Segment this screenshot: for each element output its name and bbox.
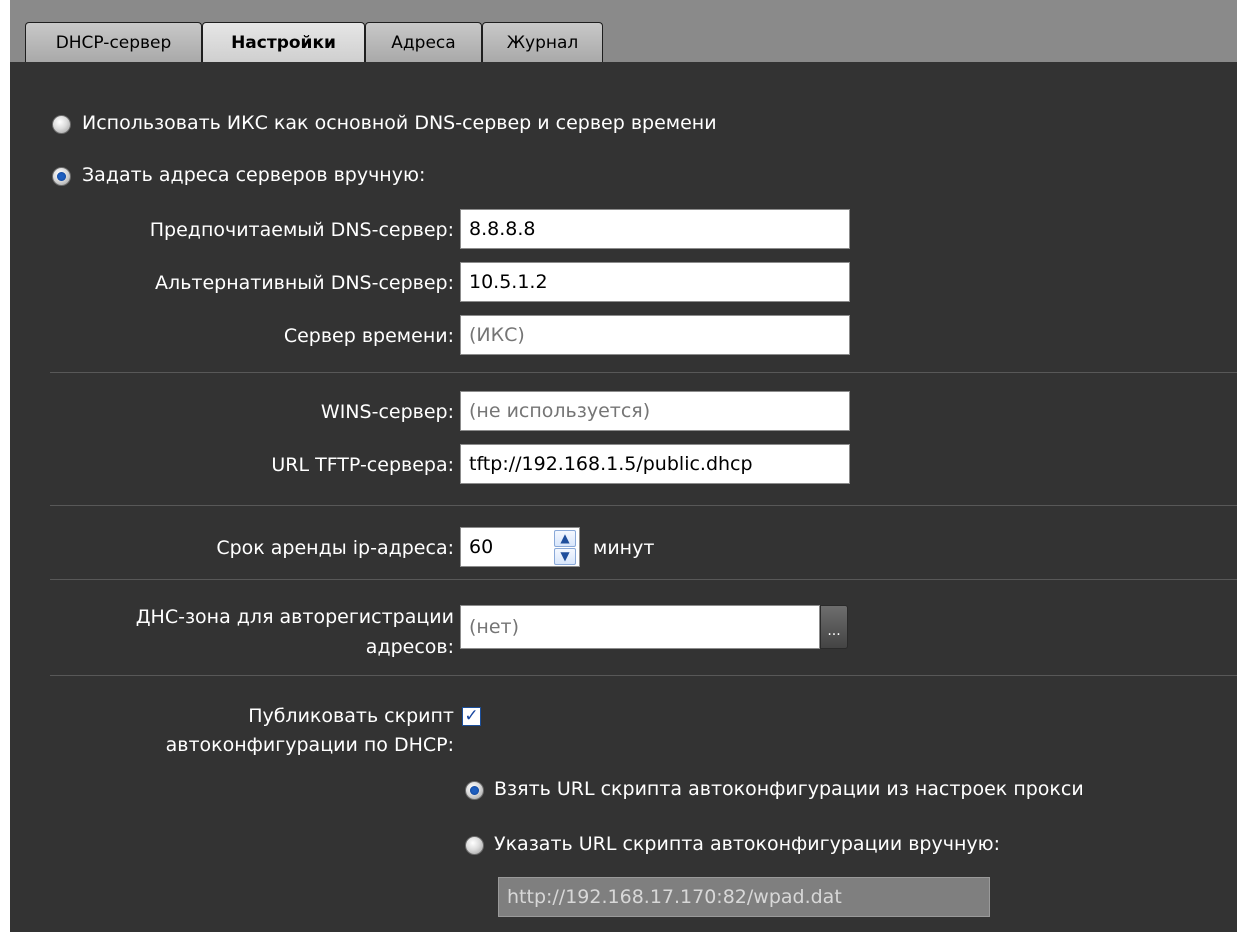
tftp-url-label: URL TFTP-сервера: — [271, 454, 454, 476]
autoconfig-url-input — [498, 877, 990, 917]
preferred-dns-input[interactable] — [460, 209, 850, 249]
autoconfig-from-proxy-radio[interactable] — [465, 781, 484, 800]
tab-settings[interactable]: Настройки — [202, 22, 365, 62]
dns-zone-label-line2: адресов: — [365, 636, 454, 658]
autoconfig-label-line1: Публиковать скрипт — [248, 705, 454, 727]
alternate-dns-label: Альтернативный DNS-сервер: — [155, 272, 454, 294]
time-server-input[interactable] — [460, 315, 850, 355]
lease-stepper[interactable]: ▲ ▼ — [550, 527, 580, 567]
time-server-label: Сервер времени: — [283, 325, 454, 347]
alternate-dns-input[interactable] — [460, 262, 850, 302]
manual-servers-radio[interactable] — [52, 167, 71, 186]
autoconfig-manual-label: Указать URL скрипта автоконфигурации вру… — [494, 833, 1001, 855]
autoconfig-label-line2: автоконфигурации по DHCP: — [165, 734, 454, 756]
autoconfig-from-proxy-label: Взять URL скрипта автоконфигурации из на… — [494, 778, 1084, 800]
chevron-up-icon[interactable]: ▲ — [554, 530, 576, 547]
lease-unit: минут — [593, 537, 655, 559]
preferred-dns-label: Предпочитаемый DNS-сервер: — [149, 219, 454, 241]
tab-log[interactable]: Журнал — [482, 22, 603, 62]
manual-servers-label: Задать адреса серверов вручную: — [82, 164, 426, 186]
divider — [50, 505, 1237, 506]
wins-server-label: WINS-сервер: — [320, 401, 454, 423]
tab-dhcp-server[interactable]: DHCP-сервер — [25, 22, 202, 62]
divider — [50, 579, 1237, 580]
tftp-url-input[interactable] — [460, 444, 850, 484]
chevron-down-icon[interactable]: ▼ — [554, 548, 576, 565]
dns-zone-label-line1: ДНС-зона для авторегистрации — [135, 606, 454, 628]
tab-addresses[interactable]: Адреса — [365, 22, 482, 62]
divider — [50, 372, 1237, 373]
wins-server-input[interactable] — [460, 391, 850, 431]
use-iks-label: Использовать ИКС как основной DNS-сервер… — [82, 112, 717, 134]
browse-button[interactable]: ... — [820, 605, 848, 649]
dns-zone-input[interactable] — [460, 605, 820, 649]
tab-bar: DHCP-сервер Настройки Адреса Журнал — [10, 0, 1237, 62]
use-iks-radio[interactable] — [52, 115, 71, 134]
publish-autoconfig-checkbox[interactable]: ✓ — [462, 707, 481, 726]
divider — [50, 675, 1237, 676]
lease-input[interactable] — [460, 527, 550, 567]
lease-label: Срок аренды ip-адреса: — [216, 537, 454, 559]
autoconfig-manual-radio[interactable] — [465, 836, 484, 855]
